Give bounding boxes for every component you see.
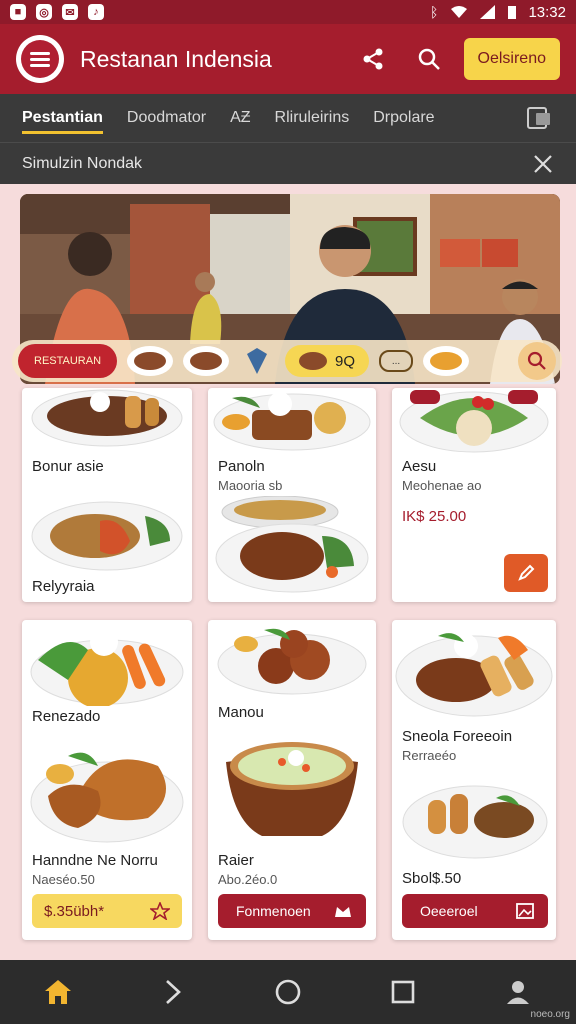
dish-chip-2[interactable] (183, 346, 230, 376)
item-subtitle: Maooria sb (218, 478, 283, 493)
circle-home-icon[interactable] (268, 972, 308, 1012)
filter-chip-outline[interactable]: ... (379, 350, 414, 372)
item-title: Relyyraia (32, 578, 95, 595)
search-icon[interactable] (416, 46, 442, 72)
star-badge-icon (150, 902, 170, 920)
tab-drpolare[interactable]: Drpolare (373, 94, 434, 142)
menu-card-6[interactable]: Sneola Foreeoin Rerraeéo Sbol$.50 Oeeero… (392, 620, 556, 940)
menu-card-2[interactable]: Panoln Maooria sb (208, 388, 376, 602)
tab-doodmator[interactable]: Doodmator (127, 94, 206, 142)
chrome-icon: ◎ (36, 4, 52, 20)
item-title: Panoln (218, 458, 265, 475)
item-title: Raier (218, 852, 254, 869)
subheader: Simulzin Nondak (0, 142, 576, 184)
dish-image (226, 742, 358, 836)
back-icon[interactable] (153, 972, 193, 1012)
image-icon (516, 903, 534, 919)
item-title: Aesu (402, 458, 437, 475)
dish-image (213, 392, 371, 451)
dish-image (399, 390, 549, 453)
item-title: Manou (218, 704, 264, 721)
promo-badge[interactable]: RESTAURAN (18, 344, 118, 378)
item-subtitle: Abo.2éo.0 (218, 872, 278, 887)
item-title: Sneola Foreeoin (402, 728, 513, 745)
item-subtitle: Rerraeéo (402, 748, 457, 763)
menu-card-5[interactable]: Manou Raier Abo.2éo.0 Fonmenoen (208, 620, 376, 940)
category-tabs: Pestantian Doodmator AƵ Rliruleirins Drp… (0, 94, 576, 142)
dish-image (31, 389, 183, 447)
dish-image (31, 501, 183, 571)
menu-icon[interactable] (526, 105, 554, 131)
item-title: Bonur asie (32, 458, 104, 475)
item-subtitle: Meohenae ao (402, 478, 482, 493)
button-label: Fonmenoen (236, 903, 311, 919)
app-title: Restanan Indensia (80, 45, 272, 72)
menu-card-4[interactable]: Renezado Hanndne Ne Norru Naeséo.50 $.35… (22, 620, 192, 940)
add-to-order-button[interactable]: Fonmenoen (218, 894, 366, 928)
wifi-icon (451, 6, 468, 18)
app-bar: Restanan Indensia Oelsireno (0, 24, 576, 94)
dish-thumb-icon (299, 352, 328, 370)
dish-image (402, 785, 548, 859)
order-button[interactable]: Oelsireno (463, 38, 560, 80)
dish-image (30, 628, 184, 706)
item-title: Hanndne Ne Norru (32, 852, 158, 869)
subheader-text: Simulzin Nondak (22, 154, 143, 172)
tab-az[interactable]: AƵ (230, 94, 250, 142)
bluetooth-icon: ᛒ (430, 4, 439, 20)
tab-pestantian[interactable]: Pestantian (22, 94, 103, 142)
filter-bar: RESTAURAN 9Q ... (12, 340, 562, 382)
filter-chip-9q[interactable]: 9Q (285, 345, 370, 377)
price-button[interactable]: $.35übh* (32, 894, 182, 928)
item-price: $.35übh* (44, 902, 105, 920)
item-price: IK$ 25.00 (402, 508, 467, 525)
filter-search-icon[interactable] (518, 342, 556, 380)
menu-card-3[interactable]: Aesu Meohenae ao IK$ 25.00 (392, 388, 556, 602)
status-bar: ■ ◎ ✉ ♪ ᛒ 13:32 (0, 0, 576, 24)
edit-icon (518, 564, 535, 581)
profile-icon[interactable] (498, 972, 538, 1012)
menu-card-1[interactable]: Bonur asie Relyyraia (22, 388, 192, 602)
bottom-nav-bar (0, 960, 576, 1024)
dish-image (30, 752, 184, 843)
battery-icon (508, 6, 517, 19)
edit-button[interactable] (504, 554, 548, 592)
clock: 13:32 (528, 3, 566, 21)
leaf-icon[interactable] (239, 346, 275, 376)
tab-rliruleirins[interactable]: Rliruleirins (275, 94, 350, 142)
watermark: noeo.org (530, 1009, 570, 1020)
button-label: Oeeeroel (420, 903, 478, 919)
add-to-order-button[interactable]: Oeeeroel (402, 894, 548, 928)
signal-icon (480, 5, 496, 19)
item-title: Sbol$.50 (402, 870, 462, 887)
item-title: Renezado (32, 708, 101, 725)
app-icon: ■ (10, 4, 26, 20)
recents-icon[interactable] (383, 972, 423, 1012)
home-icon[interactable] (38, 972, 78, 1012)
restaurant-logo[interactable] (16, 35, 64, 83)
close-icon[interactable] (532, 153, 554, 175)
messenger-icon: ✉ (62, 4, 78, 20)
dish-image (395, 633, 553, 717)
share-icon[interactable] (360, 46, 386, 72)
dish-chip-1[interactable] (127, 346, 174, 376)
crown-icon (335, 907, 351, 917)
dish-chip-3[interactable] (423, 346, 470, 376)
dish-image (217, 628, 367, 695)
music-icon: ♪ (88, 4, 104, 20)
dish-image (215, 496, 369, 593)
item-subtitle: Naeséo.50 (32, 872, 95, 887)
